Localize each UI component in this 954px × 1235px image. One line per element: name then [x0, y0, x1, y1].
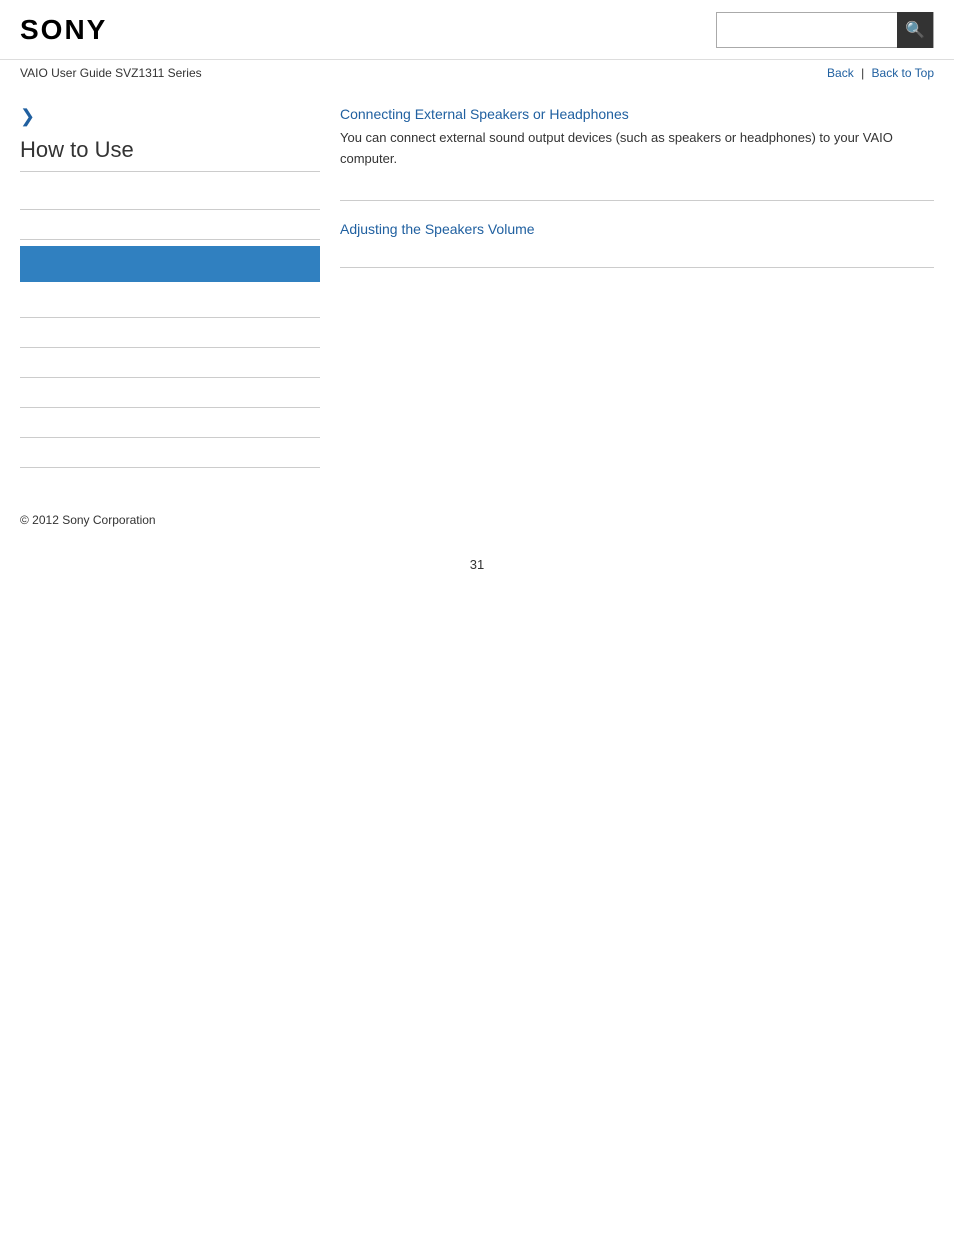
search-button[interactable]: 🔍: [897, 12, 933, 48]
content-divider: [340, 200, 934, 201]
main-content: ❯ How to Use Connecting External Speaker…: [0, 86, 954, 492]
sidebar-items-group: [20, 180, 320, 468]
sidebar-title: How to Use: [20, 137, 320, 172]
section-adjust-volume: Adjusting the Speakers Volume: [340, 221, 934, 237]
sidebar-item[interactable]: [20, 210, 320, 240]
adjust-volume-link[interactable]: Adjusting the Speakers Volume: [340, 221, 535, 237]
search-icon: 🔍: [905, 20, 925, 40]
search-input[interactable]: [717, 13, 897, 47]
footer: © 2012 Sony Corporation: [0, 492, 954, 537]
sidebar-item[interactable]: [20, 378, 320, 408]
content-divider-2: [340, 267, 934, 268]
guide-title: VAIO User Guide SVZ1311 Series: [20, 66, 202, 80]
section-connect-speakers: Connecting External Speakers or Headphon…: [340, 106, 934, 170]
back-to-top-link[interactable]: Back to Top: [872, 66, 934, 80]
sony-logo: SONY: [20, 14, 107, 46]
nav-links: Back | Back to Top: [827, 66, 934, 80]
sidebar-item[interactable]: [20, 348, 320, 378]
chevron-icon: ❯: [20, 106, 320, 127]
content-area: Connecting External Speakers or Headphon…: [340, 96, 934, 472]
connect-speakers-desc: You can connect external sound output de…: [340, 128, 934, 170]
sidebar-item[interactable]: [20, 288, 320, 318]
nav-separator: |: [861, 66, 867, 80]
back-link[interactable]: Back: [827, 66, 854, 80]
page-header: SONY 🔍: [0, 0, 954, 60]
connect-speakers-link[interactable]: Connecting External Speakers or Headphon…: [340, 106, 629, 122]
sidebar-item-active[interactable]: [20, 246, 320, 282]
sidebar-item[interactable]: [20, 180, 320, 210]
sidebar-item[interactable]: [20, 318, 320, 348]
search-box: 🔍: [716, 12, 934, 48]
nav-bar: VAIO User Guide SVZ1311 Series Back | Ba…: [0, 60, 954, 86]
sidebar: ❯ How to Use: [20, 96, 340, 472]
page-number: 31: [0, 537, 954, 592]
copyright-text: © 2012 Sony Corporation: [20, 513, 156, 527]
sidebar-item[interactable]: [20, 408, 320, 438]
sidebar-item[interactable]: [20, 438, 320, 468]
